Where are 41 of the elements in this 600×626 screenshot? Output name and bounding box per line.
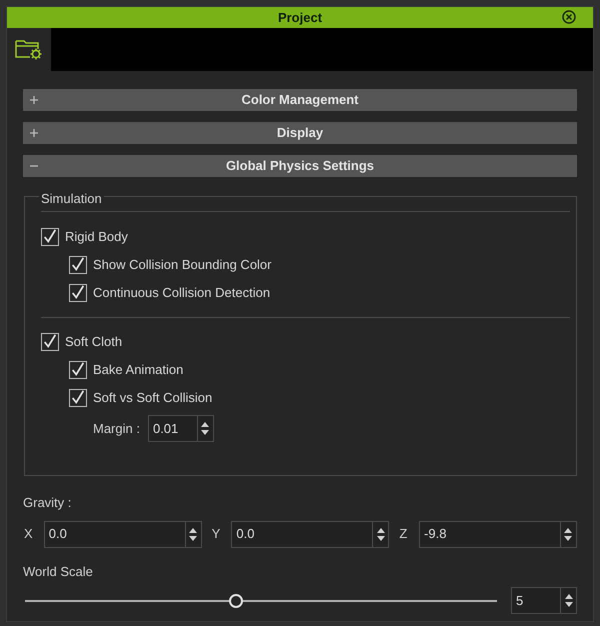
world-scale-label: World Scale bbox=[23, 562, 94, 580]
checkbox[interactable]: Soft vs Soft Collision bbox=[69, 384, 576, 412]
section-header[interactable]: Display bbox=[23, 122, 577, 144]
margin-field[interactable]: 0.01 bbox=[148, 415, 214, 442]
check-icon bbox=[70, 256, 86, 274]
checkbox-box[interactable] bbox=[41, 228, 59, 246]
checkbox[interactable]: Bake Animation bbox=[69, 356, 576, 384]
checkbox[interactable]: Continuous Collision Detection bbox=[69, 279, 576, 307]
slider-thumb[interactable] bbox=[228, 594, 243, 608]
gravity-label: Gravity : bbox=[23, 494, 72, 512]
checkbox-box[interactable] bbox=[69, 256, 87, 274]
folder-gear-icon bbox=[14, 38, 44, 60]
checkbox[interactable]: Soft Cloth bbox=[41, 328, 576, 356]
window-title: Project bbox=[278, 8, 322, 27]
axis-label: Z bbox=[399, 525, 408, 544]
spin-arrows-icon[interactable] bbox=[560, 588, 576, 613]
world-scale-field[interactable]: 5 bbox=[511, 587, 577, 614]
gravity-field[interactable]: 0.0 bbox=[44, 520, 202, 548]
checkbox-box[interactable] bbox=[69, 361, 87, 379]
gravity-field[interactable]: 0.0 bbox=[231, 520, 390, 548]
close-button[interactable] bbox=[561, 9, 577, 25]
plus-icon bbox=[29, 95, 39, 105]
checkbox-box[interactable] bbox=[69, 284, 87, 302]
checkbox[interactable]: Show Collision Bounding Color bbox=[69, 251, 576, 279]
section-header[interactable]: Color Management bbox=[23, 89, 577, 111]
checkbox-box[interactable] bbox=[69, 389, 87, 407]
check-icon bbox=[70, 389, 86, 407]
checkbox[interactable]: Rigid Body bbox=[41, 223, 576, 251]
axis-label: Y bbox=[212, 525, 222, 544]
margin-label: Margin : bbox=[93, 420, 140, 438]
axis-label: X bbox=[24, 525, 34, 544]
check-icon bbox=[42, 228, 58, 246]
check-icon bbox=[70, 284, 86, 302]
check-icon bbox=[42, 333, 58, 351]
checkbox-box[interactable] bbox=[41, 333, 59, 351]
gravity-field[interactable]: -9.8 bbox=[419, 520, 577, 548]
check-icon bbox=[70, 361, 86, 379]
close-icon bbox=[561, 9, 577, 25]
section-header[interactable]: Global Physics Settings bbox=[23, 155, 577, 177]
world-scale-slider[interactable] bbox=[25, 592, 497, 608]
plus-icon bbox=[29, 128, 39, 138]
